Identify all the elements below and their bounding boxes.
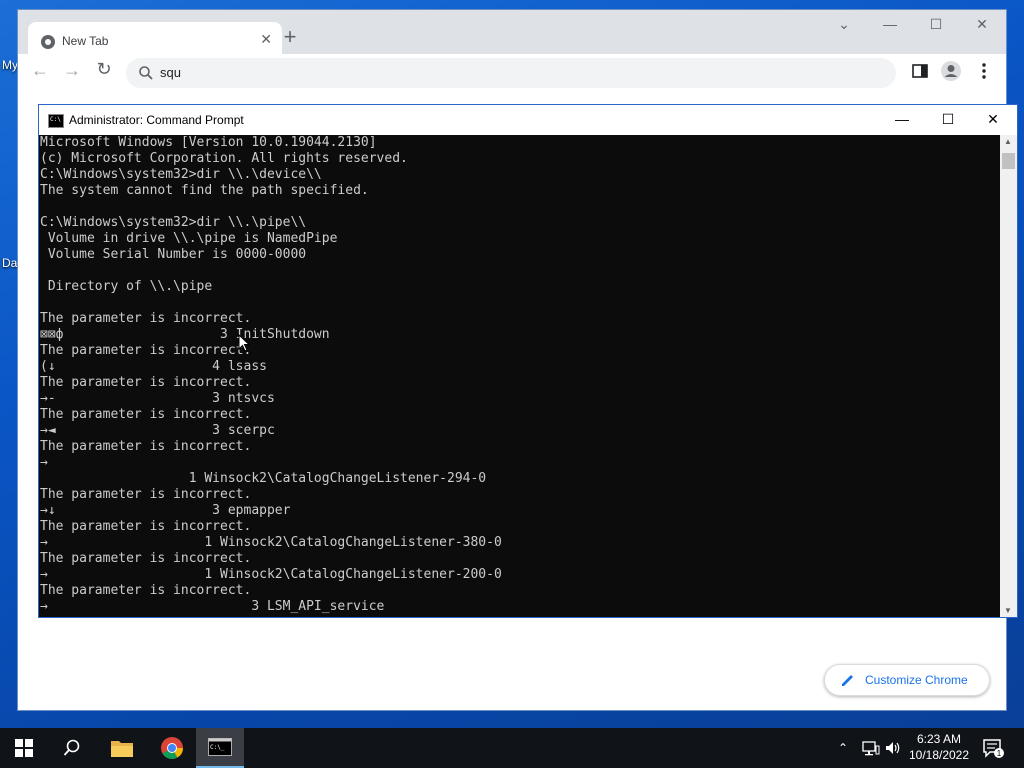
cmd-scrollbar[interactable]: ▲ ▼ [1000, 135, 1017, 617]
console-line: The parameter is incorrect. [40, 583, 252, 598]
console-line: 1 Winsock2\CatalogChangeListener-294-0 [40, 471, 487, 486]
chrome-titlebar: New Tab ✕ + ⌄ — ☐ ✕ ← → ↻ squ [18, 10, 1006, 106]
network-icon[interactable] [862, 740, 880, 756]
desktop-icon-label-my[interactable]: My [2, 58, 18, 72]
cmd-minimize-button[interactable]: — [879, 111, 925, 127]
console-line: The parameter is incorrect. [40, 375, 252, 390]
profile-avatar-icon[interactable] [940, 60, 962, 82]
browser-toolbar: ← → ↻ squ [18, 54, 1006, 106]
command-prompt-window[interactable]: C:\ Administrator: Command Prompt — ☐ ✕ … [38, 104, 1018, 618]
scroll-down-icon[interactable]: ▼ [1004, 606, 1012, 615]
windows-logo-icon [15, 739, 33, 757]
clock-date: 10/18/2022 [908, 748, 970, 762]
customize-chrome-label: Customize Chrome [865, 673, 968, 687]
console-line: (c) Microsoft Corporation. All rights re… [40, 151, 408, 166]
console-line: ⊠⊠ф 3 InitShutdown [40, 327, 330, 342]
cmd-titlebar[interactable]: C:\ Administrator: Command Prompt — ☐ ✕ [39, 105, 1017, 135]
console-line: The parameter is incorrect. [40, 311, 252, 326]
taskbar: C:\_ ⌃ 6:23 AM 10/18/2022 1 [0, 728, 1024, 768]
console-line: Directory of \\.\pipe [40, 279, 213, 294]
show-hidden-icons[interactable]: ⌃ [838, 728, 848, 768]
console-line: → 1 Winsock2\CatalogChangeListener-200-0 [40, 567, 502, 582]
console-line: The parameter is incorrect. [40, 407, 252, 422]
customize-chrome-button[interactable]: Customize Chrome [824, 664, 990, 696]
start-button[interactable] [0, 728, 48, 768]
console-line: The parameter is incorrect. [40, 551, 252, 566]
chrome-favicon-icon [41, 35, 55, 49]
console-line: Microsoft Windows [Version 10.0.19044.21… [40, 135, 377, 150]
taskbar-clock[interactable]: 6:23 AM 10/18/2022 [904, 731, 974, 763]
console-line: C:\Windows\system32>dir \\.\device\\ [40, 167, 322, 182]
search-icon [139, 66, 153, 80]
scroll-thumb[interactable] [1002, 153, 1015, 169]
side-panel-icon[interactable] [909, 60, 931, 82]
console-line: The parameter is incorrect. [40, 439, 252, 454]
console-output[interactable]: Microsoft Windows [Version 10.0.19044.21… [39, 135, 1000, 617]
notification-count: 1 [997, 749, 1002, 758]
address-bar[interactable]: squ [126, 58, 896, 88]
console-line: Volume Serial Number is 0000-0000 [40, 247, 307, 262]
action-center-icon[interactable]: 1 [982, 737, 1004, 759]
clock-time: 6:23 AM [916, 732, 962, 746]
svg-text:C:\_: C:\_ [210, 744, 225, 751]
chrome-logo-icon [161, 737, 183, 759]
cmd-window-title: Administrator: Command Prompt [69, 113, 244, 127]
forward-arrow-icon[interactable]: → [60, 60, 84, 81]
chrome-close-button[interactable]: ✕ [962, 16, 1002, 33]
search-button[interactable] [48, 728, 96, 768]
taskbar-search-icon [63, 739, 80, 756]
console-line: →↓ 3 epmapper [40, 503, 291, 518]
back-arrow-icon[interactable]: ← [28, 60, 52, 81]
address-bar-text: squ [160, 65, 181, 80]
console-line: The parameter is incorrect. [40, 487, 252, 502]
console-line: The parameter is incorrect. [40, 343, 252, 358]
console-line: C:\Windows\system32>dir \\.\pipe\\ [40, 215, 307, 230]
console-line: → 1 Winsock2\CatalogChangeListener-380-0 [40, 535, 502, 550]
mouse-cursor-icon [238, 334, 250, 352]
folder-icon [111, 741, 133, 757]
menu-kebab-icon[interactable] [973, 60, 995, 82]
terminal-icon: C:\_ [208, 738, 232, 756]
chrome-minimize-button[interactable]: — [870, 16, 910, 32]
console-line: → 3 LSM_API_service [40, 599, 385, 614]
cmd-app-icon: C:\ [48, 114, 64, 128]
desktop-icon-label-da[interactable]: Da [2, 256, 17, 270]
reload-icon[interactable]: ↻ [92, 59, 116, 80]
tab-close-icon[interactable]: ✕ [260, 31, 272, 48]
chrome-maximize-button[interactable]: ☐ [916, 16, 956, 33]
console-line: → [40, 455, 48, 470]
pencil-icon [842, 675, 853, 686]
console-line: →◄ 3 scerpc [40, 423, 275, 438]
file-explorer-button[interactable] [98, 728, 146, 768]
new-tab-button[interactable]: + [276, 24, 304, 52]
scroll-up-icon[interactable]: ▲ [1004, 137, 1012, 146]
console-line: (↓ 4 lsass [40, 359, 267, 374]
volume-icon[interactable] [884, 740, 902, 756]
console-line: Volume in drive \\.\pipe is NamedPipe [40, 231, 338, 246]
tab-search-icon[interactable]: ⌄ [824, 16, 864, 33]
cmd-close-button[interactable]: ✕ [970, 111, 1016, 128]
cmd-taskbar-button[interactable]: C:\_ [196, 728, 244, 768]
console-line: The parameter is incorrect. [40, 519, 252, 534]
tab-title: New Tab [62, 34, 109, 48]
console-line: →- 3 ntsvcs [40, 391, 275, 406]
cmd-maximize-button[interactable]: ☐ [925, 111, 971, 128]
console-line: The system cannot find the path specifie… [40, 183, 369, 198]
chrome-taskbar-button[interactable] [148, 728, 196, 768]
